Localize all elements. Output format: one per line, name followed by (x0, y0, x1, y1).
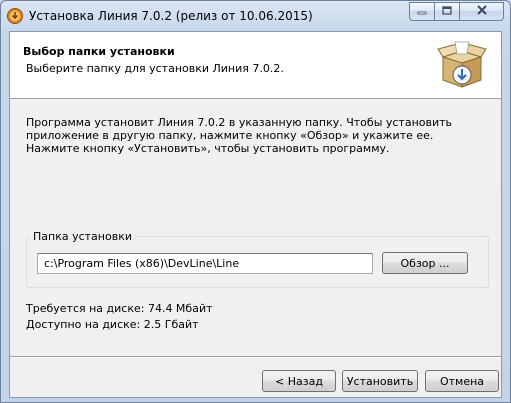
browse-button[interactable]: Обзор ... (382, 252, 468, 274)
install-folder-label: Папка установки (30, 230, 135, 243)
installer-window: Установка Линия 7.0.2 (релиз от 10.06.20… (0, 0, 511, 403)
install-box-icon (437, 39, 487, 91)
install-path-field[interactable] (37, 253, 373, 274)
window-title: Установка Линия 7.0.2 (релиз от 10.06.20… (29, 9, 313, 23)
disk-space-required: Требуется на диске: 74.4 Мбайт (26, 302, 213, 315)
page-subtitle: Выберите папку для установки Линия 7.0.2… (26, 62, 284, 75)
title-bar[interactable]: Установка Линия 7.0.2 (релиз от 10.06.20… (1, 1, 510, 31)
back-button[interactable]: < Назад (262, 370, 336, 392)
disk-space-available: Доступно на диске: 2.5 Гбайт (26, 318, 199, 331)
installer-disc-icon (7, 8, 23, 24)
footer-divider (10, 356, 501, 358)
minimize-icon (417, 5, 427, 18)
maximize-button[interactable] (435, 2, 460, 21)
minimize-button[interactable] (409, 2, 435, 21)
instructions-text: Программа установит Линия 7.0.2 в указан… (26, 116, 453, 155)
caption-buttons (409, 2, 504, 22)
dialog-body: Выбор папки установки Выберите папку для… (9, 31, 502, 398)
header-panel: Выбор папки установки Выберите папку для… (10, 32, 501, 99)
maximize-icon (442, 5, 452, 18)
close-icon (476, 5, 488, 18)
install-button[interactable]: Установить (342, 370, 418, 392)
close-button[interactable] (460, 2, 504, 21)
cancel-button[interactable]: Отмена (425, 370, 499, 392)
page-title: Выбор папки установки (23, 45, 175, 58)
